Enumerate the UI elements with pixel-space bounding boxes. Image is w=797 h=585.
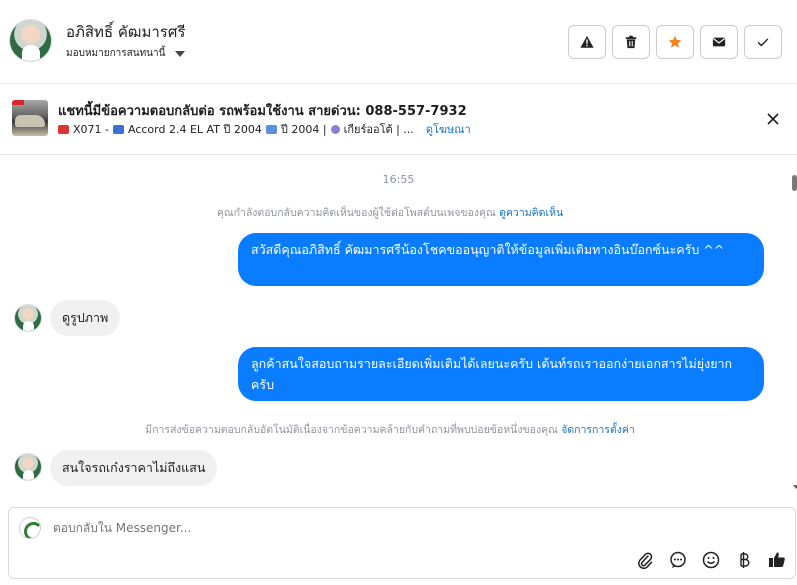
attach-button[interactable] — [635, 550, 655, 570]
gear-icon — [330, 124, 340, 134]
header-actions — [568, 25, 782, 59]
listing-details: X071 - Accord 2.4 EL AT ปี 2004 ปี 2004 … — [58, 120, 471, 138]
contact-avatar[interactable] — [9, 19, 52, 62]
like-button[interactable] — [767, 550, 787, 570]
view-comment-link[interactable]: ดูความคิดเห็น — [499, 207, 563, 219]
report-button[interactable] — [568, 25, 606, 59]
scrollbar-thumb[interactable] — [792, 175, 797, 191]
car-icon — [113, 124, 124, 134]
chat-bubble-icon — [670, 551, 686, 568]
contact-avatar-small[interactable] — [14, 304, 42, 332]
thumbs-up-icon — [769, 552, 785, 567]
listing-model: Accord 2.4 EL AT ปี 2004 — [128, 123, 262, 136]
envelope-icon — [712, 37, 726, 47]
mark-unread-button[interactable] — [700, 25, 738, 59]
composer-toolbar — [635, 550, 787, 570]
emoji-button[interactable] — [701, 550, 721, 570]
close-icon[interactable] — [765, 111, 781, 127]
message-composer — [8, 507, 796, 579]
reply-input[interactable] — [53, 521, 653, 535]
smiley-icon — [702, 551, 720, 569]
message-thread: 16:55 คุณกำลังตอบกลับความคิดเห็นของผู้ใช… — [0, 155, 797, 505]
mark-done-button[interactable] — [744, 25, 782, 59]
contact-avatar-small[interactable] — [14, 453, 42, 481]
incoming-message[interactable]: สนใจรถเก๋งราคาไม่ถึงแสน — [50, 450, 218, 486]
incoming-message[interactable]: ดูรูปภาพ — [50, 300, 121, 336]
paperclip-icon — [638, 552, 653, 569]
reply-note-text: คุณกำลังตอบกลับความคิดเห็นของผู้ใช้ต่อโพ… — [216, 207, 496, 219]
car-icon — [58, 124, 69, 134]
contact-name[interactable]: อภิสิทธิ์ คัฒมารศรี — [66, 20, 185, 44]
assign-label: มอบหมายการสนทนานี้ — [66, 48, 166, 59]
trash-icon — [625, 35, 637, 49]
delete-button[interactable] — [612, 25, 650, 59]
outgoing-message[interactable]: สวัสดีคุณอภิสิทธิ์ คัฒมารศรีน้องโชคขออนุ… — [238, 233, 764, 286]
assign-conversation-dropdown[interactable]: มอบหมายการสนทนานี้ — [66, 46, 186, 61]
scroll-down-arrow-icon[interactable] — [793, 485, 797, 489]
caret-down-icon — [175, 50, 186, 57]
car-thumbnail[interactable] — [12, 100, 48, 136]
listing-banner: แชทนี้มีข้อความตอบกลับต่อ รถพร้อมใช้งาน … — [0, 84, 797, 155]
warning-icon — [580, 35, 594, 48]
auto-reply-note: มีการส่งข้อความตอบกลับอัตโนมัติเนื่องจาก… — [0, 421, 780, 438]
listing-year: ปี 2004 | — [280, 123, 327, 136]
star-button[interactable] — [656, 25, 694, 59]
outgoing-message[interactable]: ลูกค้าสนใจสอบถามรายละเอียดเพิ่มเติมได้เล… — [238, 347, 764, 401]
manage-settings-link[interactable]: จัดการการตั้งค่า — [561, 424, 635, 436]
check-icon — [757, 38, 769, 47]
view-ad-link[interactable]: ดูโฆษณา — [426, 120, 471, 138]
calendar-icon — [265, 124, 277, 134]
auto-note-text: มีการส่งข้อความตอบกลับอัตโนมัติเนื่องจาก… — [145, 424, 558, 436]
saved-replies-button[interactable] — [668, 550, 688, 570]
listing-gear: เกียร์ออโต้ | ... — [343, 123, 414, 136]
chat-scrollbar[interactable] — [790, 155, 797, 500]
payment-button[interactable] — [734, 550, 754, 570]
reply-context-note: คุณกำลังตอบกลับความคิดเห็นของผู้ใช้ต่อโพ… — [0, 204, 780, 221]
star-icon — [668, 35, 682, 48]
listing-title: แชทนี้มีข้อความตอบกลับต่อ รถพร้อมใช้งาน … — [58, 104, 467, 119]
listing-code: X071 - — [73, 122, 109, 136]
conversation-header: อภิสิทธิ์ คัฒมารศรี มอบหมายการสนทนานี้ — [0, 0, 797, 84]
page-avatar — [19, 517, 41, 539]
baht-icon — [740, 552, 750, 568]
message-timestamp: 16:55 — [382, 173, 415, 186]
